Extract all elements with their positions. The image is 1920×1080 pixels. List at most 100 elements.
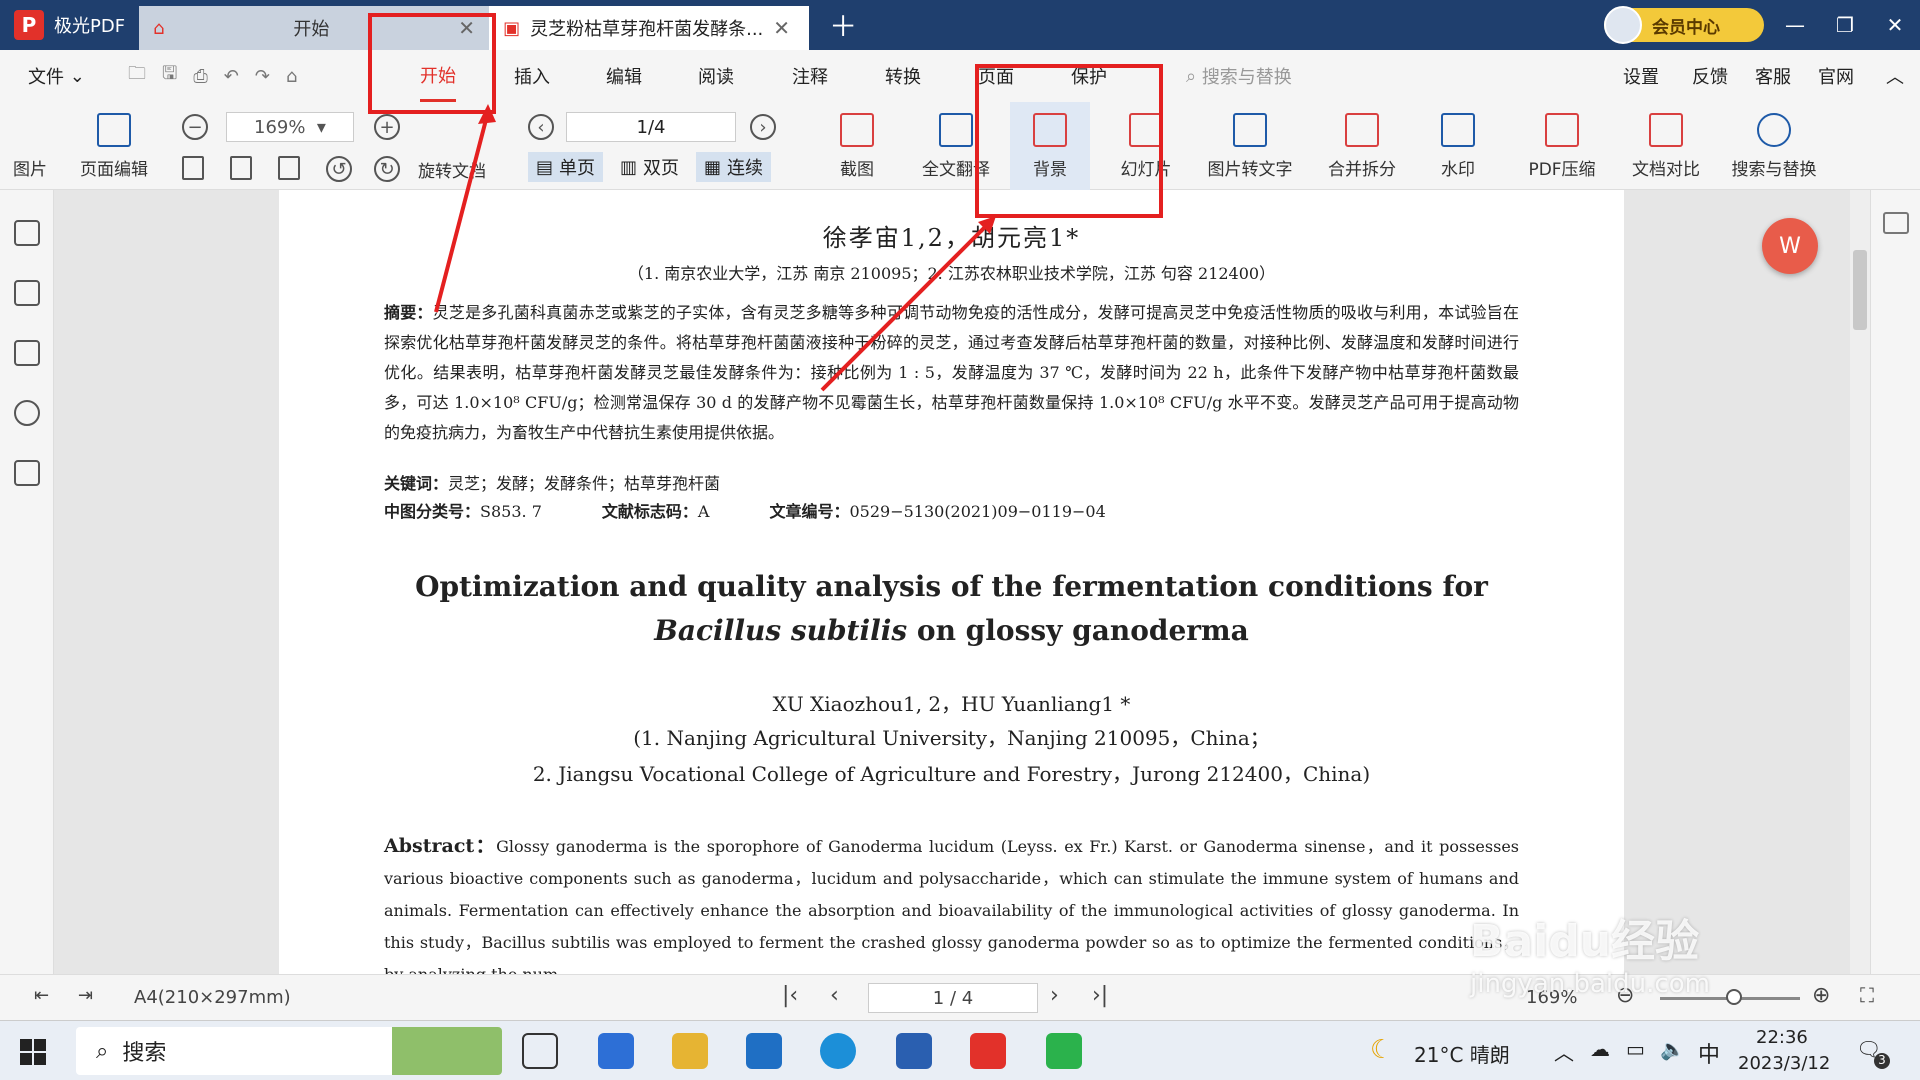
last-page-icon[interactable]: ›|: [1092, 983, 1108, 1008]
watermark-icon: [1441, 113, 1475, 147]
restore-icon[interactable]: ❐: [1820, 0, 1870, 50]
pdf-compress-label: PDF压缩: [1528, 160, 1596, 180]
prev-page-icon[interactable]: ‹: [830, 983, 839, 1008]
print-icon[interactable]: ⎙: [193, 66, 207, 87]
close-window-icon[interactable]: ✕: [1870, 0, 1920, 50]
menu-file[interactable]: 文件 ⌄: [28, 50, 85, 102]
attachment-icon[interactable]: [14, 460, 40, 486]
open-folder-icon[interactable]: 🗀: [128, 61, 146, 91]
rotate-left-icon[interactable]: ↺: [326, 156, 352, 182]
ime-indicator[interactable]: 中: [1698, 1037, 1720, 1069]
fit-page-icon[interactable]: [230, 156, 252, 180]
search-replace-button[interactable]: 搜索与替换: [1726, 102, 1822, 190]
close-icon[interactable]: ✕: [773, 16, 790, 40]
pdf-compress-button[interactable]: PDF压缩: [1524, 102, 1600, 190]
view-continuous-button[interactable]: ▦ 连续: [696, 152, 772, 182]
pdf-app-icon[interactable]: [970, 1033, 1006, 1069]
tab-document[interactable]: ▣ 灵芝粉枯草芽孢杆菌发酵条... ✕: [489, 6, 810, 50]
floating-convert-button[interactable]: W: [1762, 218, 1818, 274]
home-icon[interactable]: ⌂: [286, 66, 297, 87]
menu-feedback[interactable]: 反馈: [1692, 50, 1728, 102]
windows-start-icon[interactable]: [20, 1039, 46, 1065]
rotate-document-label: 旋转文档: [418, 162, 486, 182]
undo-icon[interactable]: ↶: [224, 66, 239, 87]
minimize-icon[interactable]: —: [1770, 0, 1820, 50]
clock-date[interactable]: 2023/3/12: [1738, 1053, 1830, 1074]
new-tab-icon[interactable]: ＋: [829, 5, 857, 45]
store-icon[interactable]: [598, 1033, 634, 1069]
menu-read[interactable]: 阅读: [698, 50, 734, 102]
image-to-text-button[interactable]: 图片转文字: [1200, 102, 1300, 190]
word-app-icon[interactable]: [896, 1033, 932, 1069]
image-tool-button[interactable]: 图片: [0, 102, 60, 190]
redo-icon[interactable]: ↷: [255, 66, 270, 87]
merge-split-label: 合并拆分: [1328, 160, 1396, 180]
keywords-text: 灵芝；发酵；发酵条件；枯草芽孢杆菌: [448, 474, 721, 493]
clc-label: 中图分类号：: [384, 502, 481, 521]
wechat-icon[interactable]: [1046, 1033, 1082, 1069]
rotate-right-icon[interactable]: ↻: [374, 156, 400, 182]
menu-convert[interactable]: 转换: [885, 50, 921, 102]
save-icon[interactable]: 🖫: [162, 61, 177, 91]
comment-icon[interactable]: [14, 340, 40, 366]
watermark-label: 水印: [1441, 160, 1475, 180]
mail-icon[interactable]: [746, 1033, 782, 1069]
first-page-icon[interactable]: |‹: [782, 983, 798, 1008]
status-page-input[interactable]: 1 / 4: [868, 983, 1038, 1013]
cloud-icon[interactable]: ☁: [1590, 1037, 1610, 1061]
task-view-icon[interactable]: [522, 1033, 558, 1069]
actual-size-icon[interactable]: [182, 156, 204, 180]
speaker-icon[interactable]: 🔈: [1660, 1037, 1685, 1061]
page-edit-button[interactable]: 页面编辑: [74, 102, 154, 190]
tray-expand-icon[interactable]: ︿: [1554, 1037, 1574, 1066]
fit-width-icon[interactable]: [278, 156, 300, 180]
affiliation-en-2: 2. Jiangsu Vocational College of Agricul…: [532, 762, 1371, 786]
search-replace-label: 搜索与替换: [1731, 160, 1817, 180]
view-double-button[interactable]: ▥ 双页: [612, 152, 687, 182]
fullscreen-icon[interactable]: ⛶: [1860, 983, 1874, 1007]
thumbnails-icon[interactable]: [14, 280, 40, 306]
menu-insert[interactable]: 插入: [514, 50, 550, 102]
screenshot-button[interactable]: 截图: [830, 102, 884, 190]
weather-text[interactable]: 21°C 晴朗: [1414, 1039, 1510, 1068]
menu-file-label: 文件: [28, 67, 64, 88]
baidu-watermark: Baidu经验 jingyan.baidu.com: [1470, 905, 1710, 999]
zoom-select[interactable]: 169% ▾: [226, 112, 354, 142]
app-menu[interactable]: P 极光PDF: [0, 0, 140, 50]
collapse-ribbon-icon[interactable]: ︿: [1886, 50, 1904, 102]
page-input[interactable]: 1/4: [566, 112, 736, 142]
battery-icon[interactable]: ▭: [1626, 1037, 1645, 1061]
zoom-out-icon[interactable]: −: [182, 114, 208, 140]
view-single-button[interactable]: ▤ 单页: [528, 152, 604, 182]
clock-time[interactable]: 22:36: [1756, 1027, 1808, 1048]
taskbar-search[interactable]: ⌕ 搜索: [76, 1027, 502, 1075]
search-replace-field[interactable]: ⌕ 搜索与替换: [1186, 50, 1292, 102]
menu-settings[interactable]: 设置: [1623, 50, 1659, 102]
doc-compare-button[interactable]: 文档对比: [1626, 102, 1706, 190]
zoom-in-icon[interactable]: +: [374, 114, 400, 140]
bookmark-icon[interactable]: [14, 220, 40, 246]
next-page-icon[interactable]: ›: [750, 114, 776, 140]
edge-icon[interactable]: [820, 1033, 856, 1069]
menu-annotate[interactable]: 注释: [792, 50, 828, 102]
prev-page-status-icon[interactable]: ⇤: [34, 985, 49, 1006]
properties-icon[interactable]: [1883, 212, 1909, 234]
zoom-slider-thumb[interactable]: [1726, 989, 1742, 1005]
avatar[interactable]: [1604, 6, 1642, 44]
zoom-in-icon[interactable]: ⊕: [1812, 983, 1830, 1008]
translate-icon: [939, 113, 973, 147]
search-icon[interactable]: [14, 400, 40, 426]
next-page-status-icon[interactable]: ⇥: [78, 985, 93, 1006]
scroll-thumb[interactable]: [1853, 250, 1867, 330]
merge-split-button[interactable]: 合并拆分: [1320, 102, 1404, 190]
prev-page-icon[interactable]: ‹: [528, 114, 554, 140]
menu-support[interactable]: 客服: [1755, 50, 1791, 102]
file-explorer-icon[interactable]: [672, 1033, 708, 1069]
next-page-icon[interactable]: ›: [1050, 983, 1059, 1008]
rotate-document-button[interactable]: 旋转文档: [412, 102, 492, 190]
watermark-button[interactable]: 水印: [1432, 102, 1484, 190]
menu-edit[interactable]: 编辑: [606, 50, 642, 102]
menu-website[interactable]: 官网: [1818, 50, 1854, 102]
vertical-scrollbar[interactable]: [1850, 190, 1870, 974]
merge-icon: [1345, 113, 1379, 147]
